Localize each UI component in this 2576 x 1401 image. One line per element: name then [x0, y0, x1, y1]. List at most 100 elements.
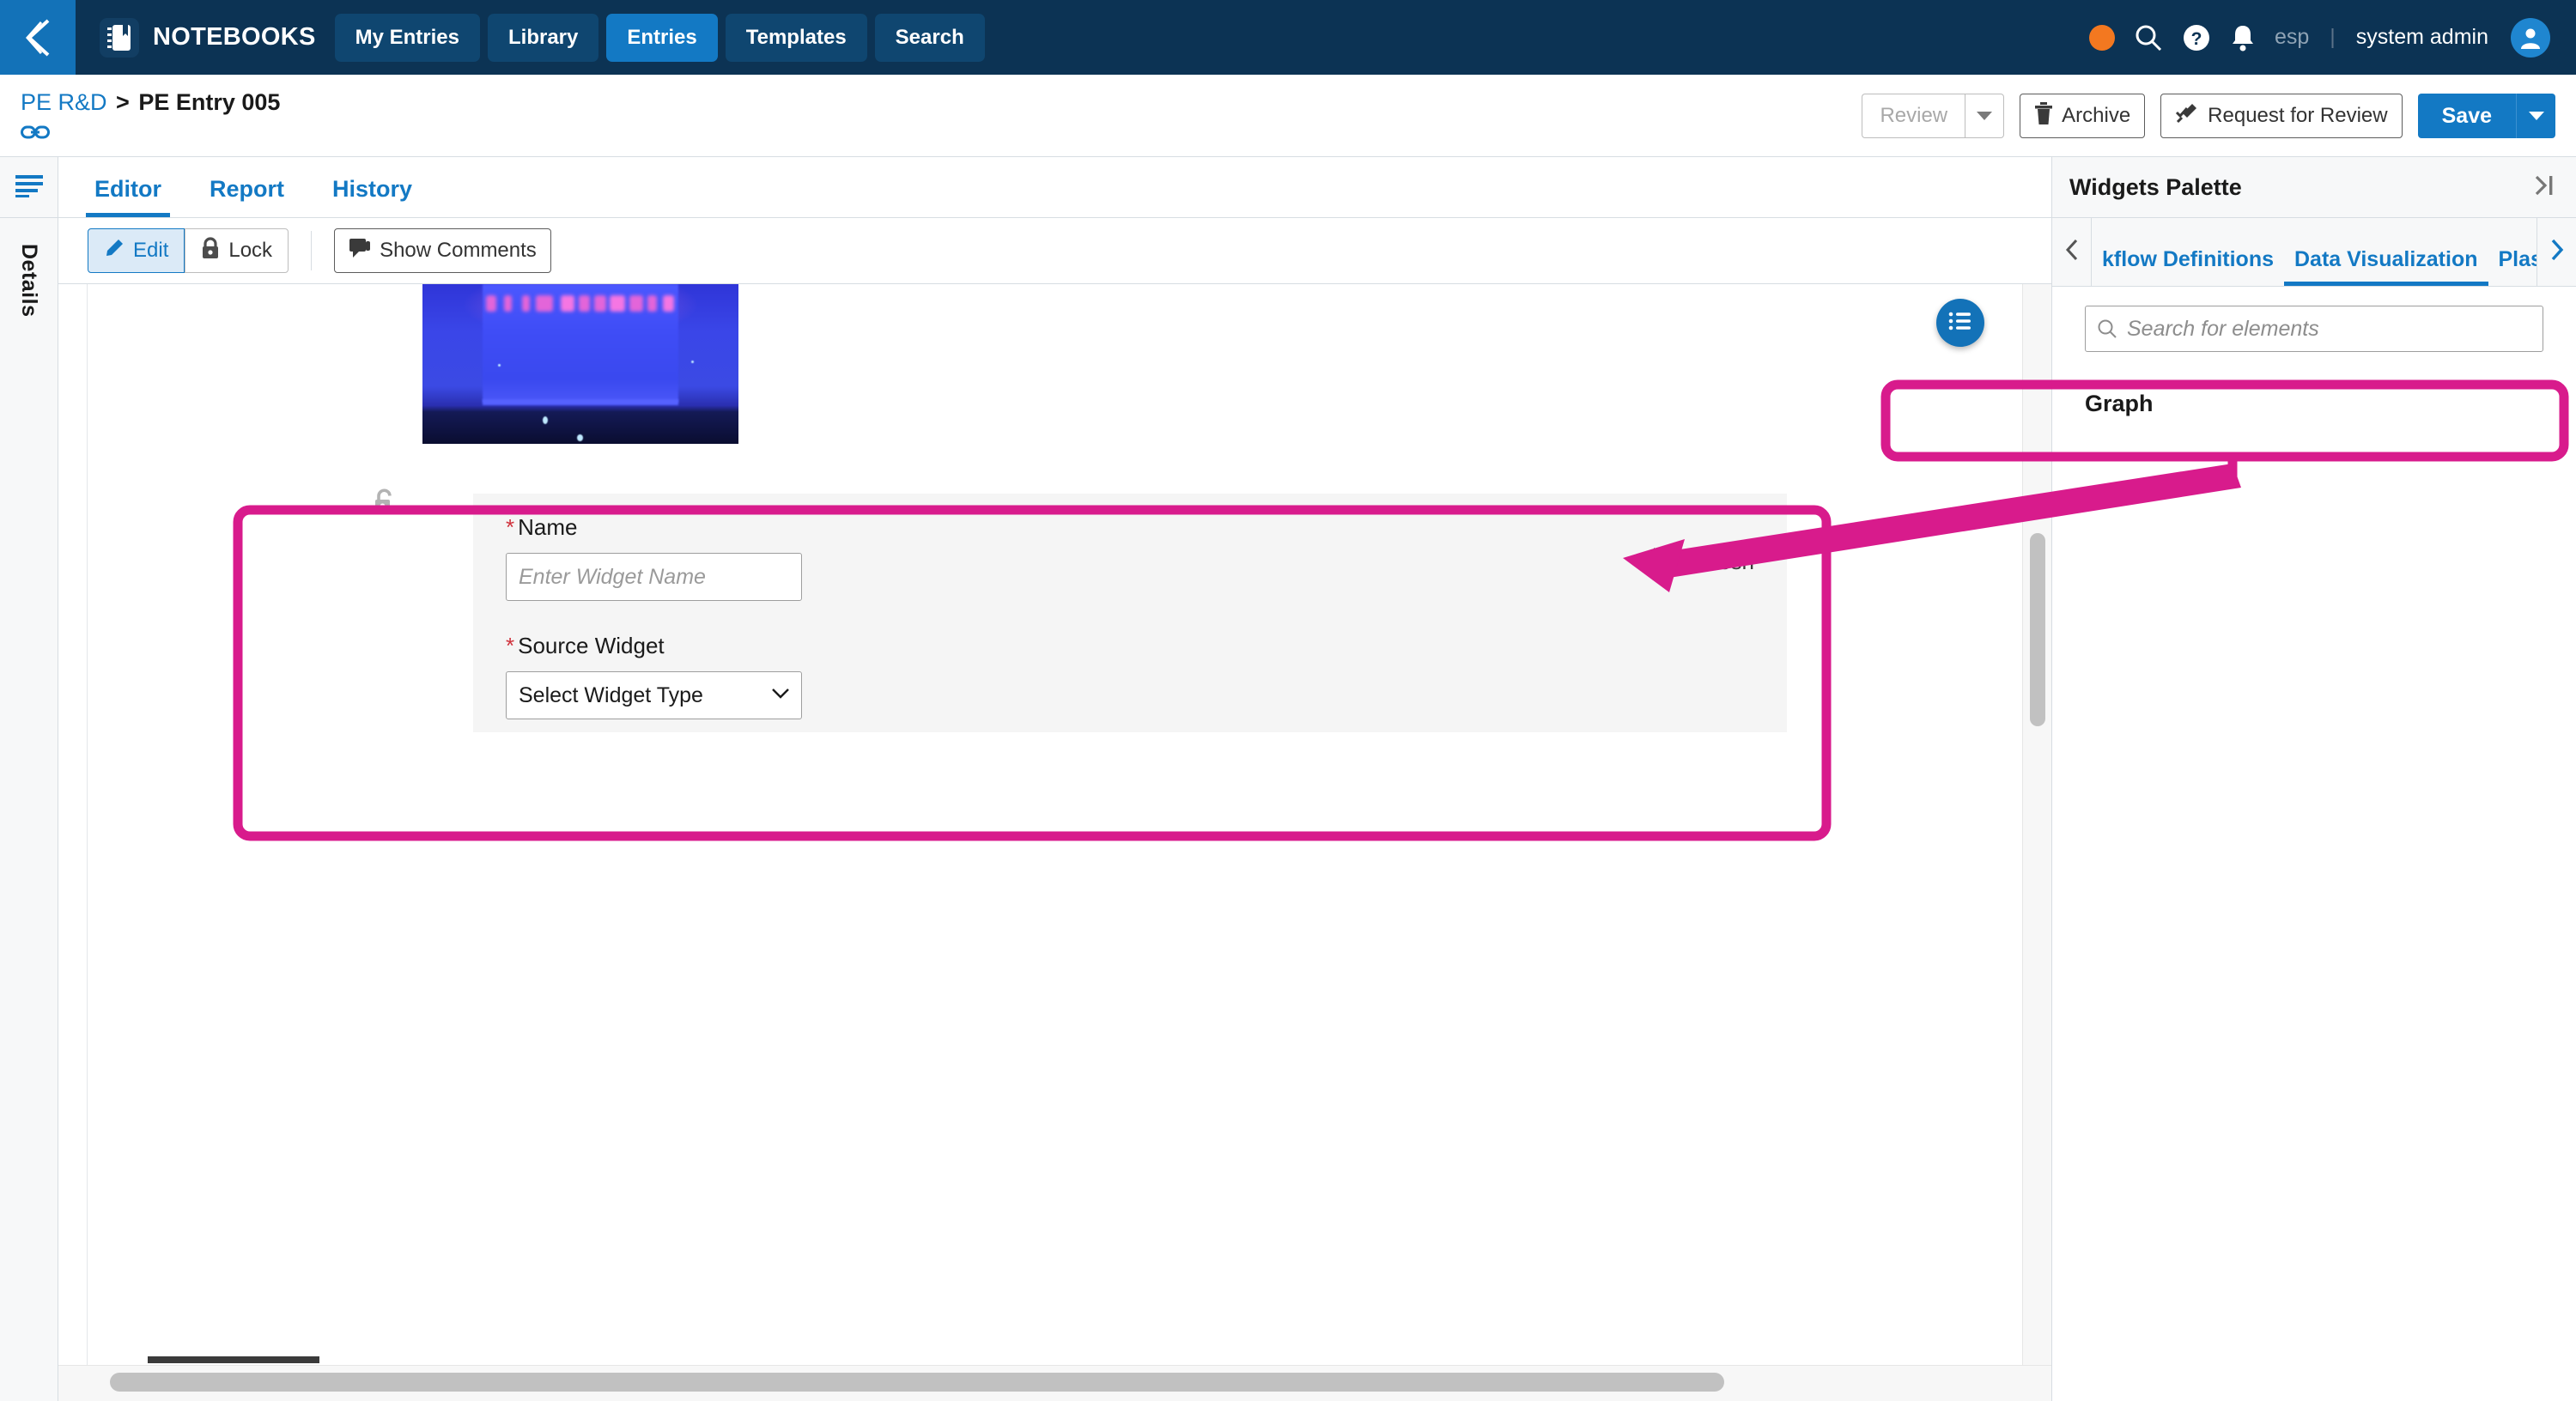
chevron-down-icon: [1977, 112, 1993, 120]
link-chain-icon[interactable]: [21, 123, 50, 146]
notebook-icon: [100, 17, 139, 58]
source-widget-select[interactable]: Select Widget Type: [506, 671, 802, 719]
refresh-button[interactable]: Refresh: [1642, 547, 1754, 577]
save-split-button[interactable]: Save: [2417, 94, 2555, 138]
palette-tabs-next-button[interactable]: [2537, 218, 2576, 286]
palette-item-graph[interactable]: Graph: [2052, 373, 2576, 434]
palette-tabs-prev-button[interactable]: [2052, 218, 2092, 286]
palette-header: Widgets Palette: [2052, 157, 2576, 218]
horizontal-scrollbar-thumb[interactable]: [110, 1373, 1724, 1392]
review-button-label[interactable]: Review: [1862, 94, 1965, 138]
review-wand-icon: [2175, 101, 2199, 131]
nav-tab-search[interactable]: Search: [874, 13, 985, 62]
hamburger-menu-icon: [15, 173, 44, 202]
show-comments-label: Show Comments: [380, 239, 537, 262]
refresh-icon: [1642, 547, 1666, 577]
unlocked-padlock-icon[interactable]: [372, 487, 398, 522]
pencil-icon: [104, 238, 125, 264]
top-navigation-bar: NOTEBOOKS My Entries Library Entries Tem…: [0, 0, 2576, 75]
palette-title: Widgets Palette: [2069, 173, 2242, 200]
left-rail: Details: [0, 157, 58, 1401]
application-window: NOTEBOOKS My Entries Library Entries Tem…: [0, 0, 2576, 1401]
nav-tab-entries[interactable]: Entries: [606, 13, 718, 62]
archive-button-label: Archive: [2062, 104, 2131, 127]
name-field-group: * Name: [506, 514, 802, 601]
lock-button-label: Lock: [228, 239, 273, 262]
list-menu-icon: [1948, 311, 1972, 336]
brand-logo[interactable]: NOTEBOOKS: [100, 17, 316, 58]
graph-widget-form[interactable]: *Name *Source Widget Select: [354, 465, 1891, 732]
breadcrumb-bar: PE R&D > PE Entry 005 Review Archive Req…: [0, 75, 2576, 157]
chevron-down-icon: [2528, 112, 2544, 120]
help-circle-icon[interactable]: ?: [2182, 23, 2211, 52]
canvas-wrapper: *Name *Source Widget Select: [58, 284, 2051, 1365]
review-dropdown-toggle[interactable]: [1965, 94, 2005, 138]
back-button[interactable]: [0, 0, 76, 75]
vertical-scrollbar-thumb[interactable]: [2030, 533, 2045, 726]
request-for-review-button[interactable]: Request for Review: [2160, 94, 2403, 138]
nav-tab-library[interactable]: Library: [487, 13, 599, 62]
canvas-list-menu-button[interactable]: [1936, 299, 1984, 347]
toolbar-divider: [311, 231, 313, 270]
brand-label: NOTEBOOKS: [153, 23, 316, 51]
chevron-left-icon: [21, 17, 55, 58]
top-nav-tabs: My Entries Library Entries Templates Sea…: [334, 13, 985, 62]
palette-tabs: kflow Definitions Data Visualization Pla…: [2092, 218, 2537, 286]
vertical-scrollbar[interactable]: [2022, 284, 2051, 1365]
notification-bell-icon[interactable]: [2230, 23, 2256, 52]
nav-tab-my-entries[interactable]: My Entries: [334, 13, 480, 62]
canvas-inner-scroll-thumb[interactable]: [148, 1356, 319, 1363]
breadcrumb-separator: >: [116, 89, 130, 115]
review-split-button[interactable]: Review: [1862, 94, 2005, 138]
dna-gel-electrophoresis-photo[interactable]: [422, 284, 738, 444]
search-icon: [2097, 318, 2117, 343]
palette-tab-data-visualization[interactable]: Data Visualization: [2284, 247, 2488, 286]
chevron-left-icon: [2064, 238, 2080, 266]
tab-report[interactable]: Report: [201, 176, 293, 217]
palette-body: Graph: [2052, 287, 2576, 1401]
palette-tab-strip: kflow Definitions Data Visualization Pla…: [2052, 218, 2576, 287]
collapse-panel-right-icon[interactable]: [2531, 173, 2557, 202]
edit-button[interactable]: Edit: [88, 228, 185, 273]
lock-button[interactable]: Lock: [185, 228, 289, 273]
required-asterisk: *: [506, 633, 515, 658]
nav-tab-templates[interactable]: Templates: [725, 13, 867, 62]
page-action-buttons: Review Archive Request for Review Save: [1862, 94, 2555, 138]
horizontal-scrollbar[interactable]: [58, 1365, 2051, 1401]
language-indicator[interactable]: esp: [2275, 25, 2309, 50]
details-label: Details: [17, 244, 41, 318]
user-name-label[interactable]: system admin: [2356, 25, 2488, 50]
refresh-button-label: Refresh: [1675, 549, 1754, 574]
tab-editor[interactable]: Editor: [86, 176, 170, 217]
hamburger-menu-button[interactable]: [0, 157, 58, 218]
editor-canvas[interactable]: *Name *Source Widget Select: [87, 284, 2022, 1365]
top-nav-right-cluster: ? esp | system admin: [2088, 0, 2550, 75]
archive-button[interactable]: Archive: [2020, 94, 2146, 138]
tab-history[interactable]: History: [324, 176, 421, 217]
trash-icon: [2034, 101, 2053, 131]
editor-tabs: Editor Report History: [58, 157, 2051, 218]
orange-status-dot[interactable]: [2088, 24, 2115, 51]
details-panel-tab[interactable]: Details: [0, 218, 58, 1401]
save-button[interactable]: Save: [2417, 94, 2516, 138]
canvas-inner-scroll-track: [88, 1356, 2022, 1365]
padlock-icon: [201, 236, 220, 265]
breadcrumb-parent-link[interactable]: PE R&D: [21, 89, 107, 115]
edit-button-label: Edit: [133, 239, 169, 262]
svg-text:?: ?: [2191, 29, 2202, 49]
widget-name-input[interactable]: [506, 553, 802, 601]
show-comments-button[interactable]: Show Comments: [334, 228, 551, 273]
request-for-review-label: Request for Review: [2208, 104, 2388, 127]
gel-base: [482, 398, 679, 406]
page-title: PE Entry 005: [138, 89, 281, 115]
search-input[interactable]: [2085, 306, 2543, 352]
save-dropdown-toggle[interactable]: [2516, 94, 2555, 138]
gel-bands: [483, 295, 678, 312]
body-region: Details Editor Report History Edit Lock …: [0, 157, 2576, 1401]
top-nav-separator: |: [2330, 25, 2336, 49]
palette-tab-workflow-definitions[interactable]: kflow Definitions: [2092, 247, 2284, 286]
user-avatar-icon[interactable]: [2511, 17, 2550, 58]
palette-tab-plasmids[interactable]: Plasmids: [2488, 247, 2537, 286]
search-icon[interactable]: [2134, 23, 2163, 52]
breadcrumb: PE R&D > PE Entry 005: [0, 75, 280, 146]
